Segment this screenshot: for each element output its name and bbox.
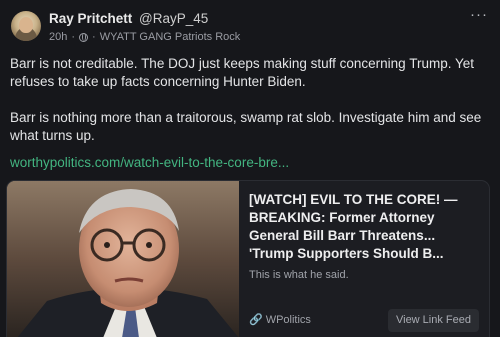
card-body: [WATCH] EVIL TO THE CORE! — BREAKING: Fo… (249, 191, 481, 281)
post-time[interactable]: 20h (49, 31, 67, 43)
card-source: 🔗 WPolitics (249, 313, 311, 327)
more-icon[interactable]: ··· (468, 7, 490, 24)
globe-icon (79, 32, 89, 42)
card-image (7, 181, 239, 337)
card-title[interactable]: [WATCH] EVIL TO THE CORE! — BREAKING: Fo… (249, 191, 481, 263)
author-line: Ray Pritchett @RayP_45 (49, 11, 208, 26)
feed-post: Ray Pritchett @RayP_45 20h · · WYATT GAN… (0, 0, 500, 337)
group-name[interactable]: WYATT GANG Patriots Rock (100, 31, 241, 43)
author-handle[interactable]: @RayP_45 (139, 11, 208, 26)
card-description: This is what he said. (249, 269, 349, 281)
card-source-name: WPolitics (265, 313, 311, 326)
view-link-feed-button[interactable]: View Link Feed (387, 309, 479, 332)
meta-separator-2: · (92, 31, 96, 43)
author-name[interactable]: Ray Pritchett (49, 11, 132, 26)
post-meta: 20h · · WYATT GANG Patriots Rock (49, 31, 240, 43)
meta-separator: · (71, 31, 76, 43)
post-paragraph-2: Barr is nothing more than a traitorous, … (10, 110, 482, 143)
post-body: Barr is not creditable. The DOJ just kee… (10, 55, 490, 145)
post-paragraph-1: Barr is not creditable. The DOJ just kee… (10, 56, 474, 89)
link-preview-card[interactable]: [WATCH] EVIL TO THE CORE! — BREAKING: Fo… (6, 180, 490, 337)
avatar[interactable] (11, 11, 41, 41)
post-link[interactable]: worthypolitics.com/watch-evil-to-the-cor… (10, 155, 289, 170)
card-photo (7, 181, 239, 337)
link-icon: 🔗 (249, 314, 263, 326)
